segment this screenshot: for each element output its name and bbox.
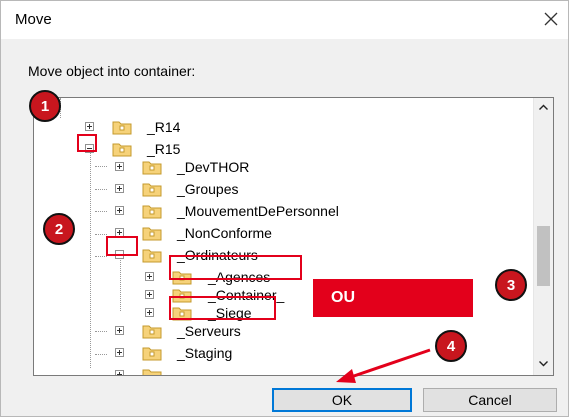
folder-icon — [112, 121, 132, 135]
tree-scrollbar[interactable] — [533, 98, 553, 375]
move-prompt: Move object into container: — [28, 63, 196, 79]
step-badge-4: 4 — [435, 330, 467, 362]
step-badge-3: 3 — [495, 269, 527, 301]
tree-label: _Groupes — [177, 181, 239, 197]
close-icon[interactable] — [539, 7, 563, 31]
tree-label: _MouvementDePersonnel — [177, 203, 339, 219]
tree-item-partial[interactable] — [34, 366, 514, 375]
tree-label: _Serveurs — [177, 323, 241, 339]
tree-item-devthor[interactable]: _DevTHOR — [34, 158, 514, 178]
folder-icon — [142, 347, 162, 361]
folder-icon — [142, 325, 162, 339]
tree-item-mouvementdepersonnel[interactable]: _MouvementDePersonnel — [34, 202, 514, 222]
folder-icon — [142, 205, 162, 219]
step-badge-1: 1 — [29, 90, 61, 122]
highlight-agences — [169, 255, 302, 280]
ou-annotation: OU — [313, 279, 473, 317]
step-badge-2: 2 — [43, 213, 75, 245]
dialog-title: Move — [15, 11, 52, 28]
expand-icon[interactable] — [115, 206, 124, 215]
expand-icon[interactable] — [145, 308, 154, 317]
folder-icon — [112, 143, 132, 157]
scroll-thumb[interactable] — [537, 226, 550, 286]
expand-icon[interactable] — [115, 326, 124, 335]
title-bar: Move — [1, 1, 568, 39]
expand-icon[interactable] — [115, 162, 124, 171]
highlight-ordinateurs-expander — [106, 236, 138, 256]
tree-item-groupes[interactable]: _Groupes — [34, 180, 514, 200]
folder-icon — [142, 249, 162, 263]
highlight-r15-expander — [77, 134, 97, 152]
cancel-button[interactable]: Cancel — [423, 388, 557, 412]
expand-icon[interactable] — [115, 370, 124, 375]
move-dialog: Move Move object into container: _R14 _R… — [0, 0, 569, 417]
tree-label: _Staging — [177, 345, 233, 361]
scroll-down-icon[interactable] — [537, 357, 550, 370]
scroll-up-icon[interactable] — [537, 101, 550, 114]
expand-icon[interactable] — [145, 290, 154, 299]
tree-item-r15[interactable]: _R15 — [34, 140, 514, 160]
folder-icon — [142, 183, 162, 197]
expand-icon[interactable] — [115, 348, 124, 357]
highlight-siege — [169, 296, 276, 320]
folder-icon — [142, 369, 162, 375]
folder-icon — [142, 227, 162, 241]
tree-label: _NonConforme — [177, 225, 272, 241]
ok-button[interactable]: OK — [272, 388, 412, 412]
tree-label: _DevTHOR — [177, 159, 250, 175]
folder-icon — [142, 161, 162, 175]
expand-icon[interactable] — [85, 122, 94, 131]
tree-item-r14[interactable]: _R14 — [34, 118, 514, 138]
tree-label: _R14 — [147, 119, 181, 135]
tree-label: _R15 — [147, 141, 181, 157]
expand-icon[interactable] — [145, 272, 154, 281]
expand-icon[interactable] — [115, 184, 124, 193]
